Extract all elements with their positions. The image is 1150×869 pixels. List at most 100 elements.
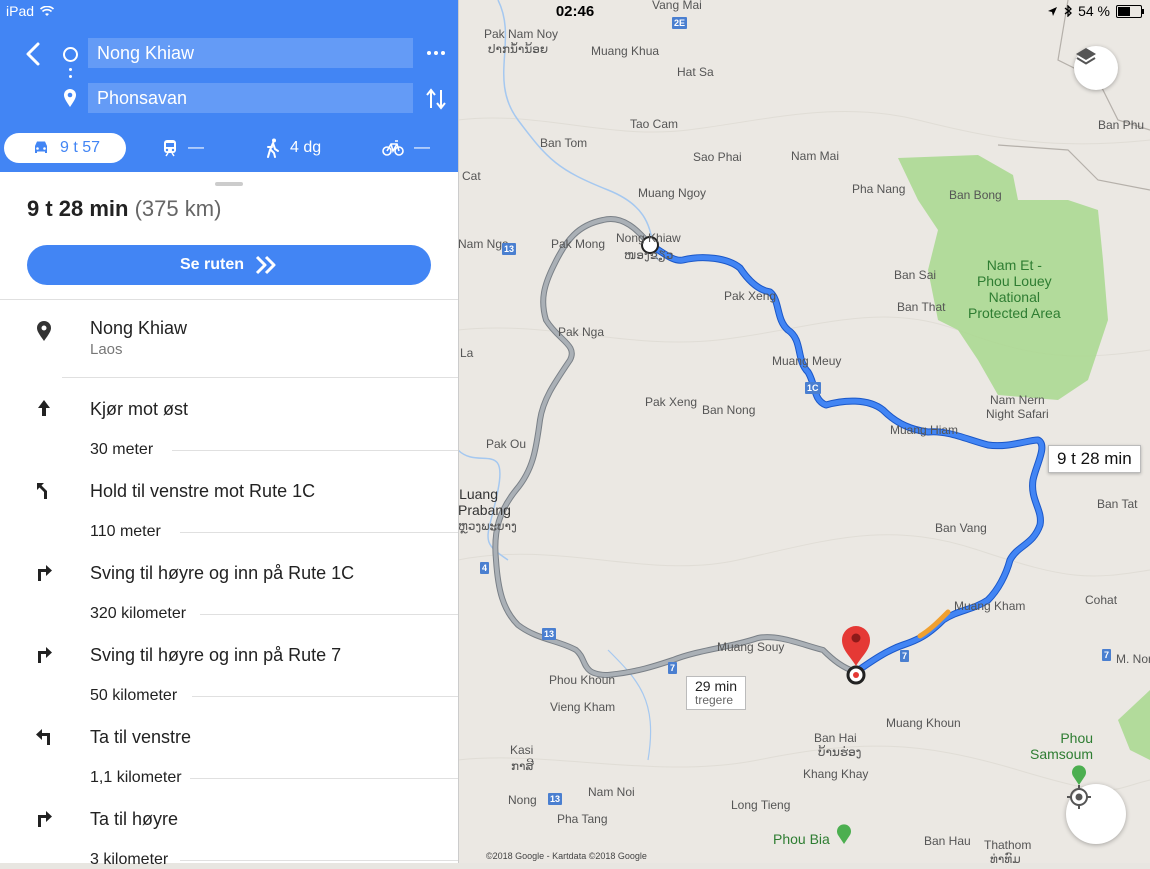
route-dots-icon — [69, 68, 72, 82]
directions-header: Nong Khiaw Phonsavan 9 t 57 — 4 dg — — [0, 0, 458, 172]
map-label: ປາກນ້ຳນ້ອຍ — [488, 42, 549, 56]
turn-right-icon — [38, 565, 52, 581]
road-shield-icon: 1C — [805, 382, 821, 394]
step-distance: 1,1 kilometer — [90, 769, 182, 786]
road-shield-icon: 7 — [900, 650, 910, 662]
drag-handle[interactable] — [215, 182, 243, 186]
turn-right-icon — [38, 647, 52, 663]
map-label: ຫຼວງພະບາງ — [458, 519, 517, 533]
transit-time: — — [188, 139, 204, 156]
map-label: Kasi — [510, 743, 534, 757]
step-subtext: Laos — [90, 341, 123, 358]
map-label: Ban Vang — [935, 521, 987, 535]
driving-time: 9 t 57 — [60, 139, 101, 156]
map-label: Muang Meuy — [772, 354, 842, 368]
map-label: Muang Kham — [954, 599, 1026, 613]
map-label: ກາສີ — [511, 759, 534, 773]
road-shield-icon: 13 — [548, 793, 563, 805]
layers-icon — [1076, 48, 1096, 65]
map-view[interactable]: Vang Mai Pak Nam Noy ປາກນ້ຳນ້ອຍ Muang Kh… — [458, 0, 1150, 863]
swap-icon[interactable] — [424, 86, 448, 112]
divider — [190, 778, 458, 779]
road-shield-icon: 7 — [668, 662, 678, 674]
my-location-button[interactable] — [1066, 784, 1126, 844]
map-label: Ban Bong — [949, 188, 1002, 202]
map-label: Nong Khiaw — [616, 231, 681, 245]
crosshair-icon — [1067, 785, 1091, 809]
road-shield-icon: 7 — [1102, 649, 1112, 661]
route-duration-callout[interactable]: 9 t 28 min — [1048, 445, 1141, 473]
map-label: Ban Tat — [1097, 497, 1138, 511]
directions-panel: Nong Khiaw Phonsavan 9 t 57 — 4 dg — 9 t… — [0, 0, 459, 868]
map-label: Luang Prabang — [458, 486, 511, 518]
turn-left-icon — [36, 729, 50, 745]
road-shield-icon: 13 — [542, 628, 557, 640]
divider — [200, 614, 458, 615]
divider — [192, 696, 458, 697]
tab-transit[interactable]: — — [162, 133, 204, 163]
destination-field[interactable]: Phonsavan — [88, 83, 413, 113]
alt-route-callout[interactable]: 29 min tregere — [686, 676, 747, 710]
route-summary: 9 t 28 min (375 km) Se ruten — [0, 172, 458, 300]
double-chevron-icon — [255, 255, 276, 275]
bluetooth-icon — [1064, 5, 1073, 17]
view-route-button[interactable]: Se ruten — [27, 245, 431, 285]
map-label: Long Tieng — [731, 798, 791, 812]
view-route-label: Se ruten — [179, 256, 244, 273]
road-shield-icon: 4 — [480, 562, 490, 574]
map-label: Phou Samsoum — [1030, 730, 1094, 762]
map-label: Pak Nam Noy — [484, 27, 559, 41]
map-label: Muang Ngoy — [638, 186, 707, 200]
step-distance: 110 meter — [90, 523, 161, 540]
bike-icon — [382, 140, 404, 156]
map-label: Pha Nang — [852, 182, 906, 196]
map-label: Thathom — [984, 838, 1032, 852]
car-icon — [35, 141, 47, 153]
step-text: Sving til høyre og inn på Rute 1C — [90, 563, 355, 583]
map-label: Ban Phu — [1098, 118, 1145, 132]
map-label: Cat — [462, 169, 481, 183]
map-label: Muang Khua — [591, 44, 660, 58]
map-label: Pak Xeng — [724, 289, 777, 303]
walk-icon — [267, 138, 279, 158]
alt-route-duration: 29 min — [695, 678, 738, 694]
map-label: Muang Hiam — [890, 423, 959, 437]
map-label: M. Nor — [1116, 652, 1150, 666]
tab-driving[interactable]: 9 t 57 — [4, 133, 127, 163]
status-right: 54 % — [1047, 3, 1144, 19]
step-text: Kjør mot øst — [90, 399, 188, 419]
step-text: Hold til venstre mot Rute 1C — [90, 481, 316, 501]
travel-mode-tabs: 9 t 57 — 4 dg — — [0, 130, 458, 166]
origin-field[interactable]: Nong Khiaw — [88, 38, 413, 68]
road-shield-icon: 13 — [502, 243, 517, 255]
more-options-icon[interactable] — [424, 42, 448, 64]
walking-time: 4 dg — [290, 139, 322, 156]
map-label: Hat Sa — [677, 65, 714, 79]
map-label: ໜອງຂຽວ — [624, 248, 674, 262]
map-label: Pak Nga — [558, 325, 605, 339]
origin-circle-icon — [63, 47, 78, 62]
map-label: La — [460, 346, 474, 360]
step-text: Ta til høyre — [90, 809, 179, 829]
turn-slight-left-icon — [37, 483, 47, 499]
layers-button[interactable] — [1074, 46, 1118, 90]
arrow-up-icon — [38, 400, 50, 416]
location-arrow-icon — [1048, 6, 1058, 16]
tab-walking[interactable]: 4 dg — [266, 133, 321, 163]
map-label: Tao Cam — [630, 117, 679, 131]
battery-percent: 54 % — [1078, 3, 1110, 19]
step-distance: 3 kilometer — [90, 851, 169, 868]
status-time: 02:46 — [555, 3, 595, 20]
back-icon[interactable] — [22, 40, 46, 68]
map-label: Pak Xeng — [645, 395, 698, 409]
map-label: Nam Noi — [588, 785, 635, 799]
map-label: Nam Mai — [791, 149, 840, 163]
tab-cycling[interactable]: — — [382, 133, 430, 163]
location-pin-icon — [37, 321, 51, 341]
map-label: Nam Nern Night Safari — [986, 393, 1049, 421]
divider — [180, 860, 458, 861]
destination-pin-icon — [64, 89, 76, 107]
train-icon — [164, 140, 176, 157]
map-label: Khang Khay — [803, 767, 869, 781]
map-label: Ban That — [897, 300, 946, 314]
